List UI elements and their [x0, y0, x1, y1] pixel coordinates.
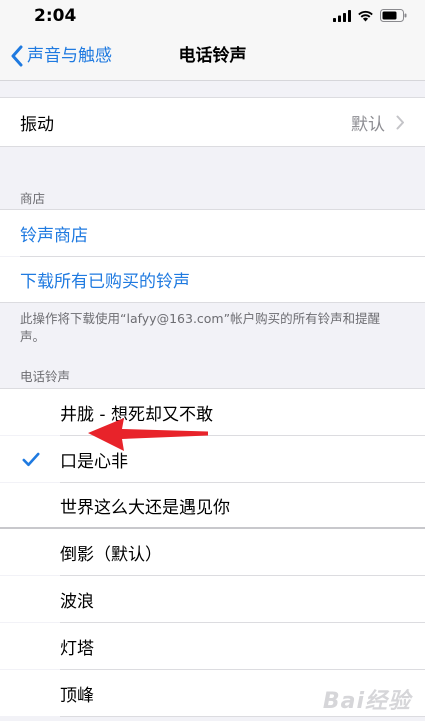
store-section-header: 商店 [20, 191, 46, 206]
battery-icon [380, 9, 407, 22]
ringtone-label: 井胧 - 想死却又不敢 [60, 404, 213, 425]
vibration-label: 振动 [20, 114, 54, 135]
divider [0, 146, 425, 147]
tone-store-row[interactable]: 铃声商店 [0, 210, 425, 256]
ringtone-label: 灯塔 [60, 638, 94, 659]
divider [60, 716, 425, 717]
ringtone-row[interactable]: 波浪 [0, 576, 425, 622]
vibration-row[interactable]: 振动 默认 [0, 98, 425, 146]
status-icons [333, 9, 407, 22]
ringtone-label: 口是心非 [60, 451, 128, 472]
ringtone-label: 倒影（默认） [60, 544, 162, 565]
ringtone-row[interactable]: 灯塔 [0, 623, 425, 669]
back-button[interactable]: 声音与触感 [10, 42, 112, 70]
cellular-signal-icon [333, 9, 351, 22]
chevron-right-icon [396, 115, 404, 129]
divider [0, 302, 425, 303]
store-footnote: 此操作将下载使用“lafyy@163.com”帐户购买的所有铃声和提醒声。 [20, 311, 381, 344]
ringtone-label: 世界这么大还是遇见你 [60, 498, 230, 518]
ringtone-row[interactable]: 倒影（默认） [0, 529, 425, 575]
ringtone-label: 顶峰 [60, 685, 94, 706]
tone-store-link[interactable]: 铃声商店 [20, 221, 88, 246]
download-all-link[interactable]: 下载所有已购买的铃声 [20, 267, 190, 292]
ringtone-row[interactable]: 世界这么大还是遇见你 [0, 483, 425, 528]
navigation-bar: 电话铃声 声音与触感 [0, 32, 425, 81]
vibration-value: 默认 [351, 114, 385, 135]
back-button-label: 声音与触感 [27, 46, 112, 66]
ringtone-row-selected[interactable]: 口是心非 [0, 436, 425, 482]
watermark: Bai经验 [322, 689, 411, 714]
wifi-icon [358, 10, 373, 21]
status-bar: 2:04 [0, 0, 425, 32]
checkmark-icon [22, 452, 40, 466]
ringtones-section-header: 电话铃声 [20, 369, 71, 384]
ringtone-row[interactable]: 井胧 - 想死却又不敢 [0, 389, 425, 435]
download-all-row[interactable]: 下载所有已购买的铃声 [0, 257, 425, 302]
status-time: 2:04 [34, 6, 77, 26]
chevron-left-icon [11, 45, 23, 67]
ringtone-label: 波浪 [60, 591, 94, 612]
